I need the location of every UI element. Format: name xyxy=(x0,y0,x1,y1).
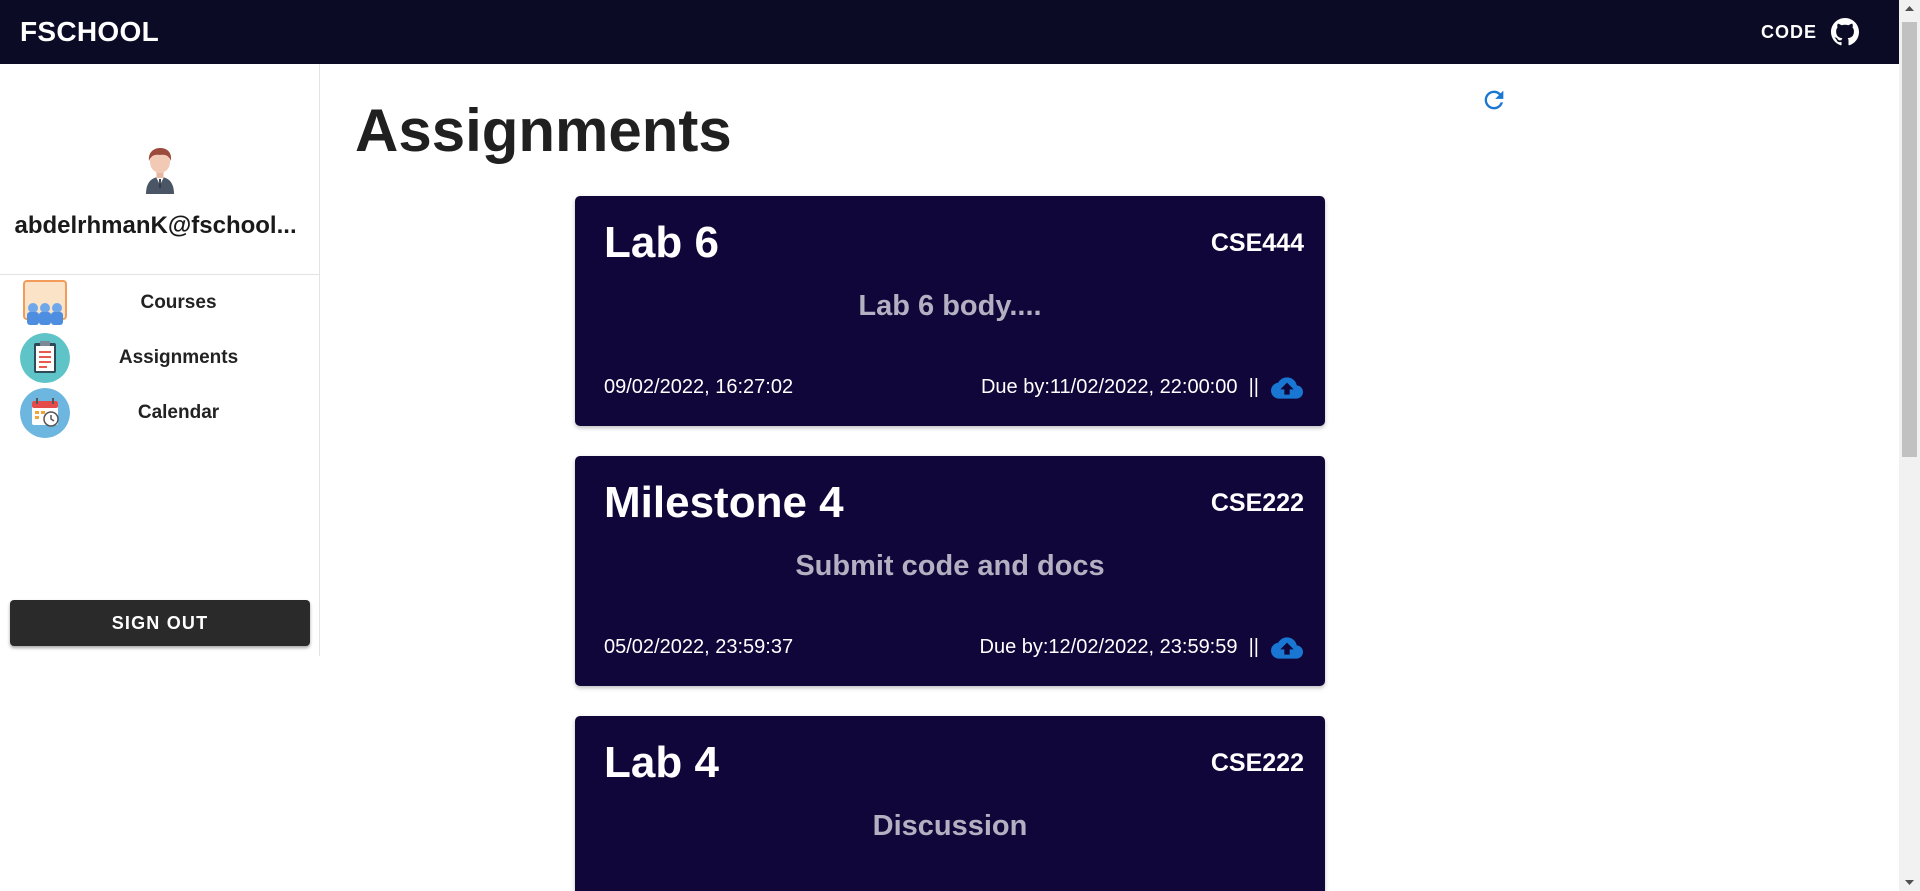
app-bar: FSCHOOL CODE xyxy=(0,0,1899,64)
sidebar-item-calendar[interactable]: Calendar xyxy=(0,385,319,440)
courses-icon xyxy=(20,278,70,328)
assignment-card: Lab 4 CSE222 Discussion xyxy=(575,716,1325,891)
assignments-icon xyxy=(20,332,70,383)
refresh-icon[interactable] xyxy=(1480,86,1508,114)
assignment-title: Milestone 4 xyxy=(604,478,844,527)
github-icon xyxy=(1831,18,1859,46)
assignment-card: Milestone 4 CSE222 Submit code and docs … xyxy=(575,456,1325,686)
assignment-title: Lab 6 xyxy=(604,218,719,267)
assignment-due-date: Due by:11/02/2022, 22:00:00 || xyxy=(980,376,1259,398)
sign-out-button[interactable]: SIGN OUT xyxy=(10,600,310,646)
calendar-icon xyxy=(20,387,70,438)
assignment-card: Lab 6 CSE444 Lab 6 body.... 09/02/2022, … xyxy=(575,196,1325,426)
sidebar-item-assignments[interactable]: Assignments xyxy=(0,330,319,385)
assignment-title: Lab 4 xyxy=(604,738,719,787)
due-section: Due by:12/02/2022, 23:59:59 || xyxy=(979,636,1303,659)
scroll-down-arrow-icon[interactable] xyxy=(1899,873,1920,891)
cloud-upload-icon[interactable] xyxy=(1271,636,1303,659)
scrollbar-thumb[interactable] xyxy=(1902,22,1917,457)
assignment-course: CSE444 xyxy=(1210,229,1304,257)
page-title: Assignments xyxy=(355,97,732,164)
code-link[interactable]: CODE xyxy=(1761,18,1859,46)
assignment-body: Lab 6 body.... xyxy=(858,290,1042,322)
sidebar-item-courses[interactable]: Courses xyxy=(0,275,319,330)
sidebar: abdelrhmanK@fschool... Courses Assignmen… xyxy=(0,64,320,656)
assignment-course: CSE222 xyxy=(1210,489,1304,517)
assignment-body: Discussion xyxy=(872,810,1028,842)
page-scrollbar[interactable] xyxy=(1899,0,1920,891)
profile-section: abdelrhmanK@fschool... xyxy=(0,64,319,275)
avatar xyxy=(145,148,174,194)
code-label: CODE xyxy=(1760,21,1817,42)
brand-logo[interactable]: FSCHOOL xyxy=(20,16,159,48)
sidebar-nav: Courses Assignments Calendar xyxy=(0,275,319,440)
assignment-created-date: 09/02/2022, 16:27:02 xyxy=(604,376,794,398)
cloud-upload-icon[interactable] xyxy=(1271,376,1303,399)
assignment-due-date: Due by:12/02/2022, 23:59:59 || xyxy=(979,636,1260,658)
assignment-course: CSE222 xyxy=(1210,749,1304,777)
user-email: abdelrhmanK@fschool... xyxy=(14,212,297,239)
assignment-created-date: 05/02/2022, 23:59:37 xyxy=(604,636,794,658)
assignment-body: Submit code and docs xyxy=(795,550,1105,582)
due-section: Due by:11/02/2022, 22:00:00 || xyxy=(981,376,1303,399)
assignment-footer: 05/02/2022, 23:59:37 Due by:12/02/2022, … xyxy=(604,636,1303,659)
scroll-up-arrow-icon[interactable] xyxy=(1899,0,1920,18)
assignment-footer: 09/02/2022, 16:27:02 Due by:11/02/2022, … xyxy=(604,376,1303,399)
